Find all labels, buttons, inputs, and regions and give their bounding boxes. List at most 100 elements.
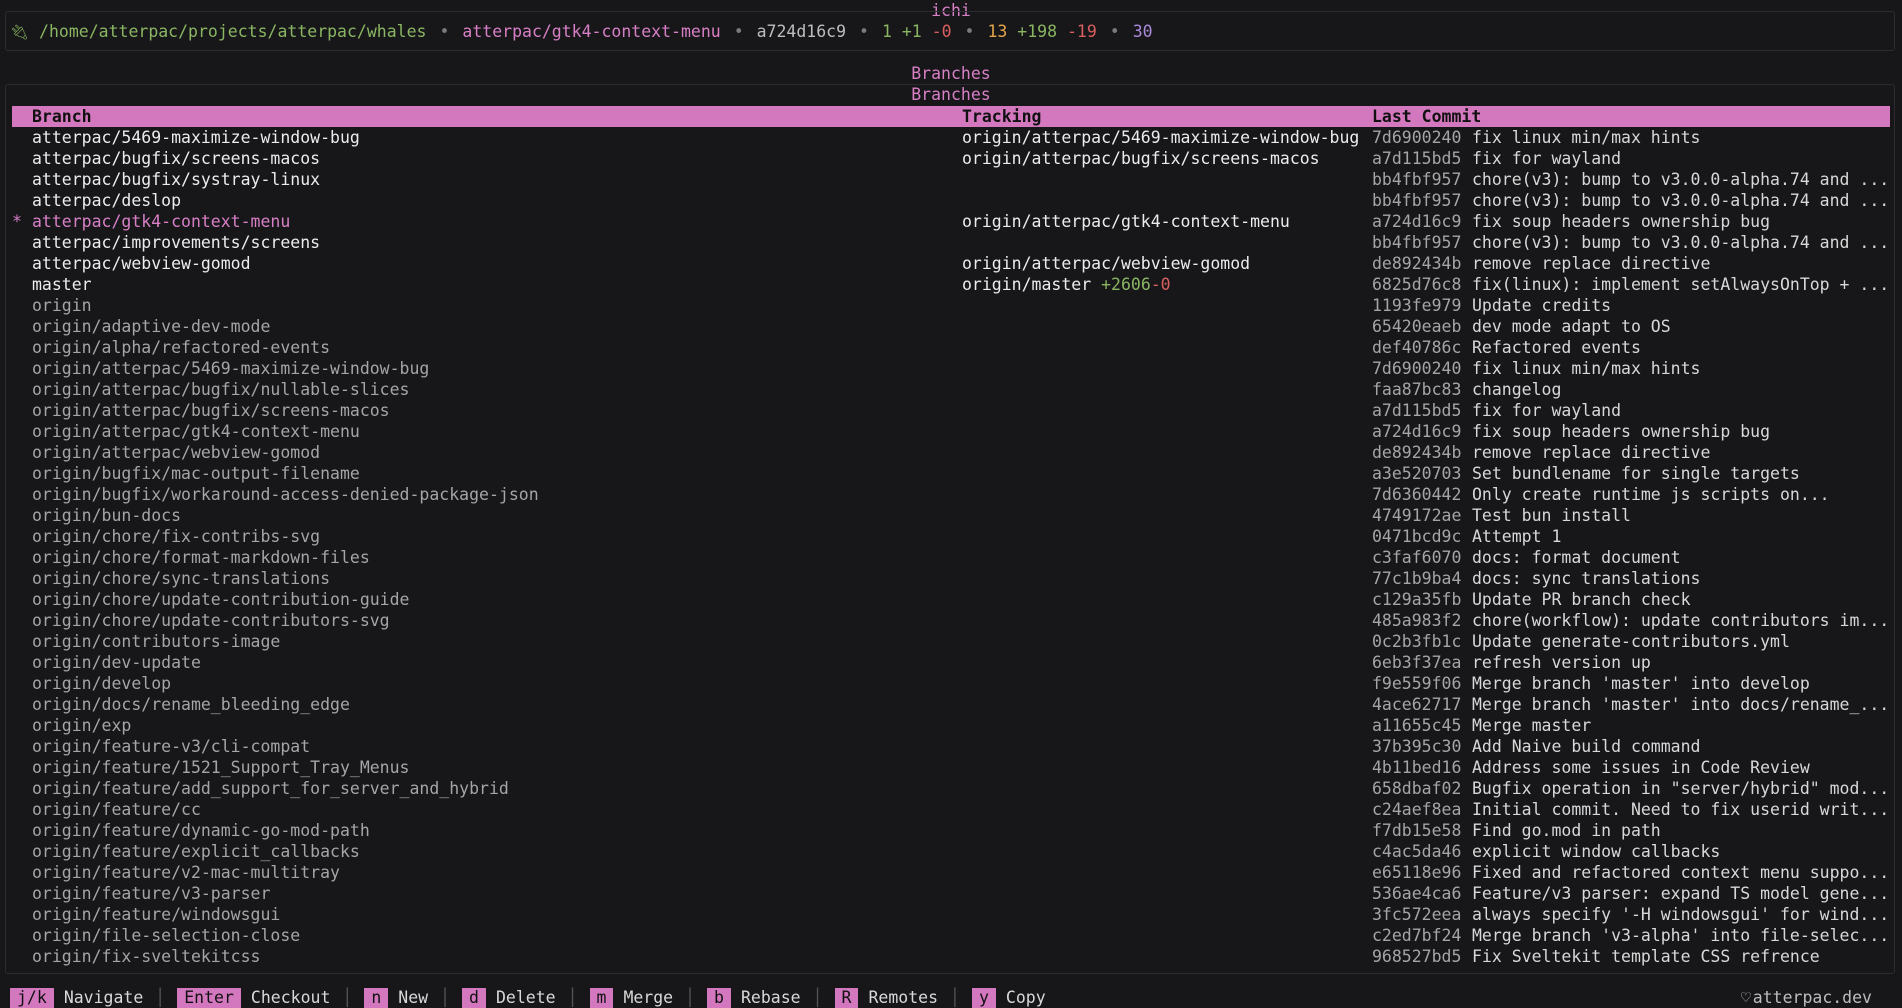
table-row[interactable]: origin/develop f9e559f06 Merge branch 'mas… [12, 673, 1890, 694]
tracking-branch: origin/atterpac/bugfix/screens-macos [962, 149, 1320, 168]
table-row[interactable]: origin/feature/add_support_for_server_an… [12, 778, 1890, 799]
table-row[interactable]: atterpac/5469-maximize-window-bug origin/… [12, 127, 1890, 148]
table-row[interactable]: origin/feature/cc c24aef8ea Initial commit… [12, 799, 1890, 820]
table-row[interactable]: origin/exp a11655c45 Merge master [12, 715, 1890, 736]
table-row[interactable]: origin/atterpac/gtk4-context-menu a724d16… [12, 421, 1890, 442]
table-row[interactable]: origin/contributors-image 0c2b3fb1c Update… [12, 631, 1890, 652]
table-row[interactable]: origin/alpha/refactored-events def40786c R… [12, 337, 1890, 358]
commit-hash: bb4fbf957 [1372, 233, 1462, 252]
ahead-count: +2606 [1101, 275, 1151, 294]
commit-message: Update generate-contributors.yml [1472, 632, 1790, 651]
commit-hash: 65420eaeb [1372, 317, 1462, 336]
table-row[interactable]: atterpac/improvements/screens bb4fbf957 ch… [12, 232, 1890, 253]
commit-hash: 7d6360442 [1372, 485, 1462, 504]
table-row[interactable]: origin/atterpac/bugfix/nullable-slices fa… [12, 379, 1890, 400]
commit-message: Merge branch 'v3-alpha' into file-selec.… [1472, 926, 1890, 945]
table-row[interactable]: origin/adaptive-dev-mode 65420eaeb dev mod… [12, 316, 1890, 337]
table-row[interactable]: origin/feature/v2-mac-multitray e65118e96… [12, 862, 1890, 883]
table-row[interactable]: atterpac/bugfix/systray-linux bb4fbf957 ch… [12, 169, 1890, 190]
table-row[interactable]: origin/fix-sveltekitcss 968527bd5 Fix Svel… [12, 946, 1890, 967]
branch-name: origin/atterpac/webview-gomod [32, 443, 321, 462]
staged-count: 1 [881, 22, 892, 41]
key-badge[interactable]: n [364, 988, 389, 1008]
branch-name: origin/chore/sync-translations [32, 569, 331, 588]
changed-additions: +198 [1017, 22, 1058, 41]
branch-name: origin/bugfix/mac-output-filename [32, 464, 360, 483]
table-row[interactable]: atterpac/deslop bb4fbf957 chore(v3): bump … [12, 190, 1890, 211]
key-badge[interactable]: d [462, 988, 486, 1008]
table-row[interactable]: atterpac/bugfix/screens-macos origin/atte… [12, 148, 1890, 169]
footer-separator: │ [567, 988, 578, 1007]
repo-path: /home/atterpac/projects/atterpac/whales [39, 22, 427, 41]
commit-message: chore(v3): bump to v3.0.0-alpha.74 and .… [1472, 191, 1890, 210]
key-badge[interactable]: b [707, 988, 731, 1008]
commit-hash: c24aef8ea [1372, 800, 1462, 819]
table-row[interactable]: origin/chore/format-markdown-files c3faf6… [12, 547, 1890, 568]
branch-name: origin/feature/add_support_for_server_an… [32, 779, 509, 798]
commit-hash: faa87bc83 [1372, 380, 1462, 399]
column-header-last-commit[interactable]: Last Commit [1372, 106, 1872, 127]
key-badge[interactable]: R [834, 988, 859, 1008]
branch-name: atterpac/5469-maximize-window-bug [32, 128, 360, 147]
table-row[interactable]: origin/bugfix/workaround-access-denied-p… [12, 484, 1890, 505]
commit-message: always specify '-H windowsgui' for wind.… [1472, 905, 1890, 924]
commit-message: explicit window callbacks [1472, 842, 1721, 861]
branch-name: origin/atterpac/bugfix/screens-macos [32, 401, 390, 420]
key-badge[interactable]: Enter [177, 988, 241, 1008]
commit-message: Initial commit. Need to fix userid writ.… [1472, 800, 1890, 819]
table-row[interactable]: origin/feature/windowsgui 3fc572eea always… [12, 904, 1890, 925]
commit-message: chore(workflow): update contributors im.… [1472, 611, 1890, 630]
commit-hash: 0471bcd9c [1372, 527, 1462, 546]
table-row[interactable]: origin/feature-v3/cli-compat 37b395c30 Ad… [12, 736, 1890, 757]
table-row[interactable]: origin/feature/dynamic-go-mod-path f7db15… [12, 820, 1890, 841]
commit-hash: bb4fbf957 [1372, 170, 1462, 189]
column-header-branch[interactable]: Branch [32, 106, 962, 127]
column-header-tracking[interactable]: Tracking [962, 106, 1372, 127]
commit-message: Merge branch 'master' into docs/rename_.… [1472, 695, 1890, 714]
table-row[interactable]: origin/atterpac/bugfix/screens-macos a7d1… [12, 400, 1890, 421]
key-label: Remotes [868, 988, 939, 1007]
table-row[interactable]: origin/bun-docs 4749172ae Test bun install [12, 505, 1890, 526]
key-label: New [398, 988, 429, 1007]
commit-message: Only create runtime js scripts on... [1472, 485, 1830, 504]
key-badge[interactable]: y [971, 988, 996, 1008]
table-row[interactable]: origin/chore/sync-translations 77c1b9ba4 d… [12, 568, 1890, 589]
stash-count: 30 [1132, 22, 1153, 41]
table-row[interactable]: origin/dev-update 6eb3f37ea refresh versio… [12, 652, 1890, 673]
tracking-cell: origin/atterpac/gtk4-context-menu [962, 211, 1372, 232]
key-badge[interactable]: j/k [10, 988, 54, 1008]
branch-name: origin/feature/v3-parser [32, 884, 271, 903]
commit-hash: c2ed7bf24 [1372, 926, 1462, 945]
table-row[interactable]: origin 1193fe979 Update credits [12, 295, 1890, 316]
table-row[interactable]: origin/chore/update-contribution-guide c1… [12, 589, 1890, 610]
table-row[interactable]: origin/chore/update-contributors-svg 485a… [12, 610, 1890, 631]
table-row[interactable]: origin/chore/fix-contribs-svg 0471bcd9c At… [12, 526, 1890, 547]
branch-name: origin/chore/format-markdown-files [32, 548, 370, 567]
table-row-current[interactable]: * atterpac/gtk4-context-menu origin/atterp… [12, 211, 1890, 232]
commit-message: Fixed and refactored context menu suppo.… [1472, 863, 1890, 882]
table-row[interactable]: origin/docs/rename_bleeding_edge 4ace6271… [12, 694, 1890, 715]
status-separator: • [1109, 22, 1120, 41]
tracking-branch: origin/atterpac/5469-maximize-window-bug [962, 128, 1360, 147]
branch-name: origin/dev-update [32, 653, 201, 672]
key-badge[interactable]: m [589, 988, 614, 1008]
table-row[interactable]: origin/bugfix/mac-output-filename a3e5207… [12, 463, 1890, 484]
branch-name: origin [32, 296, 92, 315]
table-row[interactable]: origin/feature/v3-parser 536ae4ca6 Feature… [12, 883, 1890, 904]
table-row[interactable]: origin/feature/1521_Support_Tray_Menus 4b… [12, 757, 1890, 778]
table-row[interactable]: master origin/master +2606-0 6825d76c8 fix(… [12, 274, 1890, 295]
commit-hash: bb4fbf957 [1372, 191, 1462, 210]
commit-hash: a7d115bd5 [1372, 401, 1462, 420]
table-row[interactable]: origin/atterpac/5469-maximize-window-bug… [12, 358, 1890, 379]
branch-rows: atterpac/5469-maximize-window-bug origin/… [12, 127, 1890, 967]
table-row[interactable]: origin/feature/explicit_callbacks c4ac5da… [12, 841, 1890, 862]
branch-name: origin/feature-v3/cli-compat [32, 737, 311, 756]
branch-name: origin/atterpac/gtk4-context-menu [32, 422, 360, 441]
table-row[interactable]: origin/file-selection-close c2ed7bf24 Merg… [12, 925, 1890, 946]
commit-hash: 7d6900240 [1372, 128, 1462, 147]
commit-hash: a724d16c9 [1372, 422, 1462, 441]
branch-name: origin/feature/windowsgui [32, 905, 281, 924]
commit-message: remove replace directive [1472, 254, 1711, 273]
table-row[interactable]: origin/atterpac/webview-gomod de892434b re… [12, 442, 1890, 463]
table-row[interactable]: atterpac/webview-gomod origin/atterpac/we… [12, 253, 1890, 274]
